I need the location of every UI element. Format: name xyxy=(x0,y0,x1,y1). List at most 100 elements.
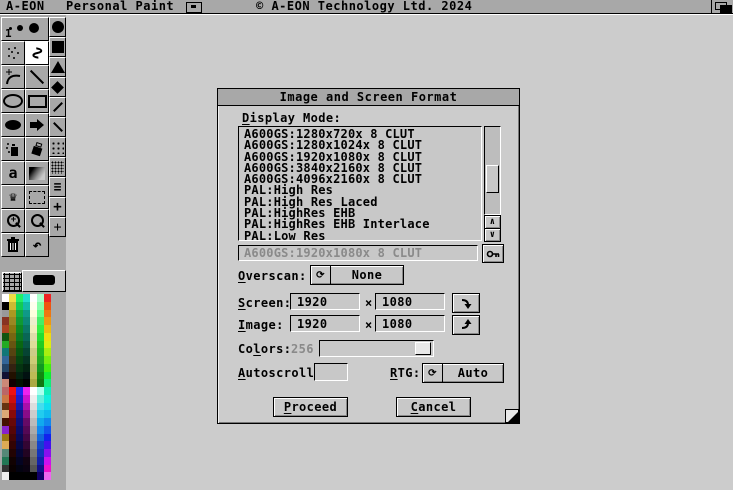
palette-color[interactable] xyxy=(16,472,23,480)
palette-color[interactable] xyxy=(9,310,16,318)
brush-shape-plus-bold[interactable]: + xyxy=(49,197,66,217)
palette-color[interactable] xyxy=(44,449,51,457)
palette-color[interactable] xyxy=(23,472,30,480)
brush-shape-diamond[interactable] xyxy=(49,77,66,97)
palette-color[interactable] xyxy=(2,403,9,411)
palette-color[interactable] xyxy=(23,379,30,387)
palette-color[interactable] xyxy=(37,294,44,302)
palette-color[interactable] xyxy=(30,356,37,364)
palette-color[interactable] xyxy=(23,341,30,349)
palette-color[interactable] xyxy=(2,356,9,364)
palette-color[interactable] xyxy=(37,441,44,449)
palette-color[interactable] xyxy=(30,403,37,411)
tool-text[interactable]: a xyxy=(1,161,25,185)
palette-color[interactable] xyxy=(30,472,37,480)
palette-color[interactable] xyxy=(37,379,44,387)
brush-shape-square[interactable] xyxy=(49,37,66,57)
palette-color[interactable] xyxy=(44,403,51,411)
palette-color[interactable] xyxy=(30,325,37,333)
palette-color[interactable] xyxy=(2,333,9,341)
palette-color[interactable] xyxy=(2,449,9,457)
palette-color[interactable] xyxy=(9,348,16,356)
palette-color[interactable] xyxy=(37,434,44,442)
palette-color[interactable] xyxy=(37,465,44,473)
tool-trash[interactable] xyxy=(1,233,25,257)
palette-color[interactable] xyxy=(44,457,51,465)
palette-color[interactable] xyxy=(9,441,16,449)
palette-color[interactable] xyxy=(16,348,23,356)
palette-color[interactable] xyxy=(44,410,51,418)
tool-zoom-in[interactable]: + xyxy=(1,209,25,233)
palette-color[interactable] xyxy=(30,457,37,465)
palette-color[interactable] xyxy=(44,310,51,318)
palette-color[interactable] xyxy=(37,395,44,403)
palette-color[interactable] xyxy=(44,294,51,302)
palette-color[interactable] xyxy=(30,418,37,426)
palette-color[interactable] xyxy=(30,387,37,395)
palette-color[interactable] xyxy=(9,372,16,380)
palette-color[interactable] xyxy=(30,465,37,473)
palette-color[interactable] xyxy=(23,310,30,318)
palette-color[interactable] xyxy=(2,465,9,473)
palette-color[interactable] xyxy=(23,325,30,333)
palette-color[interactable] xyxy=(2,395,9,403)
colors-slider[interactable] xyxy=(319,340,434,357)
tool-fill[interactable] xyxy=(25,137,49,161)
palette-color[interactable] xyxy=(44,348,51,356)
palette-color[interactable] xyxy=(16,302,23,310)
tool-polygon[interactable] xyxy=(25,113,49,137)
palette-color[interactable] xyxy=(30,441,37,449)
palette-color[interactable] xyxy=(30,310,37,318)
palette-color[interactable] xyxy=(37,387,44,395)
palette-color[interactable] xyxy=(23,302,30,310)
palette-color[interactable] xyxy=(37,364,44,372)
palette-color[interactable] xyxy=(16,379,23,387)
palette-color[interactable] xyxy=(16,457,23,465)
palette-color[interactable] xyxy=(23,418,30,426)
palette-color[interactable] xyxy=(23,364,30,372)
palette-color[interactable] xyxy=(23,294,30,302)
palette-color[interactable] xyxy=(9,356,16,364)
palette-color[interactable] xyxy=(37,472,44,480)
palette-color[interactable] xyxy=(23,333,30,341)
palette-color[interactable] xyxy=(23,317,30,325)
palette-color[interactable] xyxy=(16,426,23,434)
palette-color[interactable] xyxy=(23,403,30,411)
palette-color[interactable] xyxy=(37,333,44,341)
image-width-field[interactable]: 1920 xyxy=(290,315,360,332)
palette-color[interactable] xyxy=(16,395,23,403)
brush-shape-plus-thin[interactable]: + xyxy=(49,217,66,237)
palette-color[interactable] xyxy=(37,449,44,457)
tool-airbrush[interactable] xyxy=(1,41,25,65)
palette-color[interactable] xyxy=(37,310,44,318)
palette-color[interactable] xyxy=(23,457,30,465)
palette-color[interactable] xyxy=(44,341,51,349)
app-menu-label[interactable]: A-EON xyxy=(6,0,45,13)
palette-color[interactable] xyxy=(16,449,23,457)
palette-color[interactable] xyxy=(44,372,51,380)
tool-freehand-selected[interactable]: ∿ xyxy=(25,41,49,65)
palette-color[interactable] xyxy=(30,348,37,356)
palette-color[interactable] xyxy=(9,302,16,310)
palette-color[interactable] xyxy=(23,410,30,418)
palette-color[interactable] xyxy=(30,434,37,442)
palette-color[interactable] xyxy=(37,418,44,426)
palette-color[interactable] xyxy=(16,434,23,442)
palette-color[interactable] xyxy=(44,426,51,434)
palette-color[interactable] xyxy=(2,457,9,465)
palette-color[interactable] xyxy=(2,364,9,372)
palette-color[interactable] xyxy=(9,395,16,403)
palette-color[interactable] xyxy=(2,434,9,442)
palette-color[interactable] xyxy=(37,457,44,465)
tool-curve[interactable] xyxy=(1,65,25,89)
palette-color[interactable] xyxy=(16,441,23,449)
palette-color[interactable] xyxy=(16,403,23,411)
tool-rectangle[interactable] xyxy=(25,89,49,113)
palette-color[interactable] xyxy=(44,302,51,310)
display-mode-option[interactable]: PAL:Low Res xyxy=(244,231,481,241)
palette-color[interactable] xyxy=(9,457,16,465)
palette-color[interactable] xyxy=(2,410,9,418)
brush-shape-lines[interactable]: ≡ xyxy=(49,177,66,197)
palette-color[interactable] xyxy=(37,317,44,325)
copy-image-to-screen-button[interactable] xyxy=(452,315,480,335)
